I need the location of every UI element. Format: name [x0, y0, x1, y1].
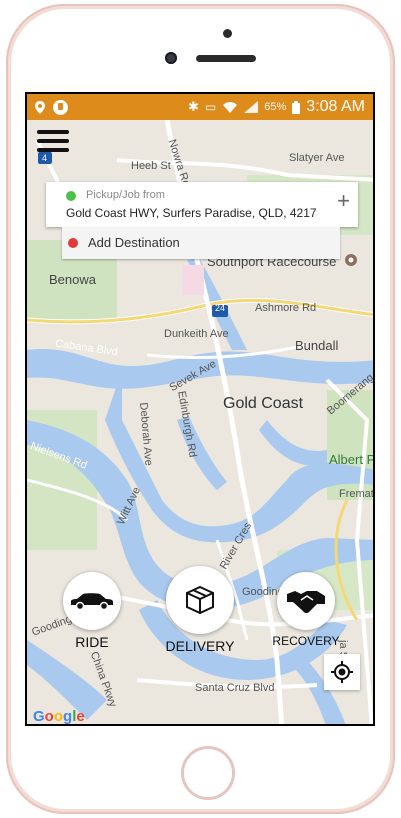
earpiece-speaker — [196, 55, 256, 62]
pickup-dot-icon — [66, 191, 76, 201]
app-screen: Heeb St Nowra Rd Slatyer Ave Southport R… — [25, 92, 375, 726]
map-label-santa-cruz-blvd: Santa Cruz Blvd — [195, 682, 275, 694]
package-box-icon — [186, 585, 214, 615]
add-destination-field[interactable]: Add Destination — [62, 227, 340, 259]
destination-dot-icon — [68, 238, 78, 248]
crosshair-location-icon — [331, 661, 353, 683]
hamburger-menu-icon[interactable] — [37, 130, 69, 156]
status-bar: ✱ ▭ 65% 3:08 AM — [27, 94, 373, 120]
map-label-slatyer-ave: Slatyer Ave — [289, 152, 345, 164]
google-logo: Google — [33, 708, 85, 725]
pickup-label: Pickup/Job from — [86, 189, 165, 201]
add-stop-plus-icon[interactable]: + — [337, 190, 350, 212]
vibrate-mute-icon: ▭ — [204, 100, 217, 114]
map-label-heeb-st: Heeb St — [131, 160, 171, 172]
delivery-label: DELIVERY — [165, 638, 235, 654]
delivery-button[interactable]: DELIVERY — [162, 566, 238, 654]
front-camera — [165, 52, 177, 64]
map-label-fremat: Fremat — [339, 488, 374, 500]
status-time: 3:08 AM — [306, 98, 365, 115]
route-24-shield: 24 — [215, 303, 226, 313]
recovery-label: RECOVERY — [272, 634, 340, 648]
home-button[interactable] — [181, 746, 235, 800]
map-label-dunkeith-ave: Dunkeith Ave — [164, 328, 229, 340]
add-destination-label: Add Destination — [88, 235, 180, 250]
recovery-button[interactable]: RECOVERY — [269, 572, 343, 648]
wifi-icon — [223, 101, 238, 113]
battery-percent: 65% — [264, 101, 287, 113]
map-label-gold-coast: Gold Coast — [223, 395, 304, 412]
map-label-benowa: Benowa — [49, 272, 96, 287]
ride-button[interactable]: RIDE — [61, 572, 123, 650]
signal-icon — [244, 101, 259, 113]
ride-circle[interactable] — [63, 572, 121, 630]
map-label-albert-pa: Albert Pa — [329, 452, 375, 467]
my-location-button[interactable] — [324, 654, 360, 690]
battery-icon — [292, 100, 301, 114]
delivery-circle[interactable] — [166, 566, 234, 634]
front-sensor — [223, 29, 232, 38]
bluetooth-icon: ✱ — [188, 99, 199, 114]
map-label-ashmore-rd: Ashmore Rd — [255, 302, 317, 314]
ride-label: RIDE — [75, 634, 109, 650]
pickup-address[interactable]: Gold Coast HWY, Surfers Paradise, QLD, 4… — [66, 206, 317, 220]
map-label-bundall: Bundall — [295, 338, 339, 353]
app-notification-icon — [53, 99, 68, 115]
handshake-icon — [287, 591, 325, 614]
recovery-circle[interactable] — [277, 572, 335, 630]
car-icon — [71, 593, 113, 610]
pickup-card[interactable]: Pickup/Job from Gold Coast HWY, Surfers … — [46, 182, 358, 227]
location-pin-icon — [35, 100, 45, 114]
